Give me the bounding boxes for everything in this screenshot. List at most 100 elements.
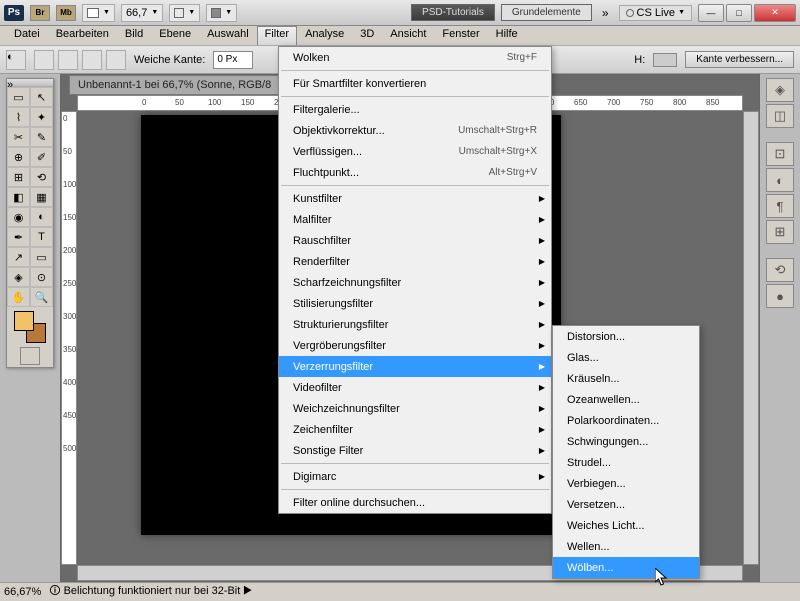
minimize-button[interactable]: — xyxy=(698,4,724,22)
menu-filter[interactable]: Filter xyxy=(257,26,297,45)
menu-fenster[interactable]: Fenster xyxy=(434,26,487,45)
filter-objektiv[interactable]: Objektivkorrektur...Umschalt+Strg+R xyxy=(279,120,551,141)
cs-live-button[interactable]: CS Live▼ xyxy=(619,5,692,21)
history-panel-icon[interactable]: ⟲ xyxy=(766,258,794,282)
view-mode-selector[interactable]: ▼ xyxy=(82,4,115,22)
filter-sonstige[interactable]: Sonstige Filter▶ xyxy=(279,440,551,461)
toolbox-handle[interactable]: » xyxy=(7,79,53,87)
workspace-grundelemente[interactable]: Grundelemente xyxy=(501,4,592,21)
tool-eraser[interactable]: ◧ xyxy=(7,187,30,207)
filter-digimarc[interactable]: Digimarc▶ xyxy=(279,466,551,487)
workspace-more-icon[interactable]: » xyxy=(598,6,613,20)
sub-wellen[interactable]: Wellen... xyxy=(553,536,699,557)
tool-wand[interactable]: ✦ xyxy=(30,107,53,127)
sub-kraeuseln[interactable]: Kräuseln... xyxy=(553,368,699,389)
tool-move[interactable]: ↖ xyxy=(30,87,53,107)
tool-shape[interactable]: ▭ xyxy=(30,247,53,267)
height-swatch[interactable] xyxy=(653,53,677,67)
tool-zoom[interactable]: 🔍 xyxy=(30,287,53,307)
filter-rauschfilter[interactable]: Rauschfilter▶ xyxy=(279,230,551,251)
navigator-panel-icon[interactable]: ⊡ xyxy=(766,142,794,166)
refine-edge-button[interactable]: Kante verbessern... xyxy=(685,51,794,68)
swatches-panel-icon[interactable]: ◈ xyxy=(766,78,794,102)
ruler-vertical[interactable]: 0 50 100 150 200 250 300 350 400 450 500 xyxy=(61,111,77,565)
filter-online[interactable]: Filter online durchsuchen... xyxy=(279,492,551,513)
filter-kunstfilter[interactable]: Kunstfilter▶ xyxy=(279,188,551,209)
zoom-selector[interactable]: 66,7▼ xyxy=(121,4,163,22)
arrange-selector[interactable]: ▼ xyxy=(169,4,200,22)
filter-galerie[interactable]: Filtergalerie... xyxy=(279,99,551,120)
screen-mode-selector[interactable]: ▼ xyxy=(206,4,237,22)
tool-crop[interactable]: ✂ xyxy=(7,127,30,147)
filter-renderfilter[interactable]: Renderfilter▶ xyxy=(279,251,551,272)
filter-smartfilter[interactable]: Für Smartfilter konvertieren xyxy=(279,73,551,94)
menu-bild[interactable]: Bild xyxy=(117,26,151,45)
tool-history[interactable]: ⟲ xyxy=(30,167,53,187)
sub-schwingungen[interactable]: Schwingungen... xyxy=(553,431,699,452)
feather-input[interactable]: 0 Px xyxy=(213,51,253,69)
tool-blur[interactable]: ◉ xyxy=(7,207,30,227)
tool-dodge[interactable]: ◐ xyxy=(30,207,53,227)
character-panel-icon[interactable]: ¶ xyxy=(766,194,794,218)
styles-panel-icon[interactable]: ◫ xyxy=(766,104,794,128)
filter-wolken[interactable]: WolkenStrg+F xyxy=(279,47,551,68)
sel-subtract-icon[interactable] xyxy=(82,50,102,70)
paragraph-panel-icon[interactable]: ⊞ xyxy=(766,220,794,244)
menu-hilfe[interactable]: Hilfe xyxy=(488,26,526,45)
tool-3dcam[interactable]: ⊙ xyxy=(30,267,53,287)
tool-heal[interactable]: ⊕ xyxy=(7,147,30,167)
sub-verbiegen[interactable]: Verbiegen... xyxy=(553,473,699,494)
menu-auswahl[interactable]: Auswahl xyxy=(199,26,257,45)
bridge-button[interactable]: Br xyxy=(30,5,50,21)
tool-marquee[interactable]: ▭ xyxy=(7,87,30,107)
menu-datei[interactable]: Datei xyxy=(6,26,48,45)
sel-add-icon[interactable] xyxy=(58,50,78,70)
document-tab[interactable]: Unbenannt-1 bei 66,7% (Sonne, RGB/8 ✕ xyxy=(69,75,295,95)
sub-polarkoordinaten[interactable]: Polarkoordinaten... xyxy=(553,410,699,431)
tool-pen[interactable]: ✒ xyxy=(7,227,30,247)
scrollbar-vertical[interactable] xyxy=(743,111,759,565)
tool-hand[interactable]: ✋ xyxy=(7,287,30,307)
actions-panel-icon[interactable]: ● xyxy=(766,284,794,308)
tool-type[interactable]: T xyxy=(30,227,53,247)
filter-zeichenfilter[interactable]: Zeichenfilter▶ xyxy=(279,419,551,440)
filter-weichzeichnungsfilter[interactable]: Weichzeichnungsfilter▶ xyxy=(279,398,551,419)
foreground-color[interactable] xyxy=(14,311,34,331)
close-button[interactable]: ✕ xyxy=(754,4,796,22)
maximize-button[interactable]: □ xyxy=(726,4,752,22)
sel-intersect-icon[interactable] xyxy=(106,50,126,70)
tool-brush[interactable]: ✐ xyxy=(30,147,53,167)
filter-videofilter[interactable]: Videofilter▶ xyxy=(279,377,551,398)
filter-vergroeberungsfilter[interactable]: Vergröberungsfilter▶ xyxy=(279,335,551,356)
tool-lasso[interactable]: ⌇ xyxy=(7,107,30,127)
filter-fluchtpunkt[interactable]: Fluchtpunkt...Alt+Strg+V xyxy=(279,162,551,183)
tool-path[interactable]: ↗ xyxy=(7,247,30,267)
menu-analyse[interactable]: Analyse xyxy=(297,26,352,45)
menu-bearbeiten[interactable]: Bearbeiten xyxy=(48,26,117,45)
sub-strudel[interactable]: Strudel... xyxy=(553,452,699,473)
tool-gradient[interactable]: ▦ xyxy=(30,187,53,207)
tool-preset-icon[interactable]: ◐ xyxy=(6,50,26,70)
sub-ozeanwellen[interactable]: Ozeanwellen... xyxy=(553,389,699,410)
filter-verzerrungsfilter[interactable]: Verzerrungsfilter▶ xyxy=(279,356,551,377)
menu-ebene[interactable]: Ebene xyxy=(151,26,199,45)
workspace-psd-tutorials[interactable]: PSD-Tutorials xyxy=(411,4,495,21)
filter-malfilter[interactable]: Malfilter▶ xyxy=(279,209,551,230)
quickmask-toggle[interactable] xyxy=(20,347,40,365)
filter-scharfzeichnungsfilter[interactable]: Scharfzeichnungsfilter▶ xyxy=(279,272,551,293)
color-swatches[interactable] xyxy=(14,311,46,343)
minibridge-button[interactable]: Mb xyxy=(56,5,76,21)
tool-stamp[interactable]: ⊞ xyxy=(7,167,30,187)
tool-eyedropper[interactable]: ✎ xyxy=(30,127,53,147)
sub-glas[interactable]: Glas... xyxy=(553,347,699,368)
adjustments-panel-icon[interactable]: ◐ xyxy=(766,168,794,192)
menu-ansicht[interactable]: Ansicht xyxy=(382,26,434,45)
filter-strukturierungsfilter[interactable]: Strukturierungsfilter▶ xyxy=(279,314,551,335)
sub-versetzen[interactable]: Versetzen... xyxy=(553,494,699,515)
menu-3d[interactable]: 3D xyxy=(352,26,382,45)
sub-woelben[interactable]: Wölben... xyxy=(553,557,699,578)
sub-distorsion[interactable]: Distorsion... xyxy=(553,326,699,347)
filter-stilisierungsfilter[interactable]: Stilisierungsfilter▶ xyxy=(279,293,551,314)
sub-weiches-licht[interactable]: Weiches Licht... xyxy=(553,515,699,536)
tool-3d[interactable]: ◈ xyxy=(7,267,30,287)
